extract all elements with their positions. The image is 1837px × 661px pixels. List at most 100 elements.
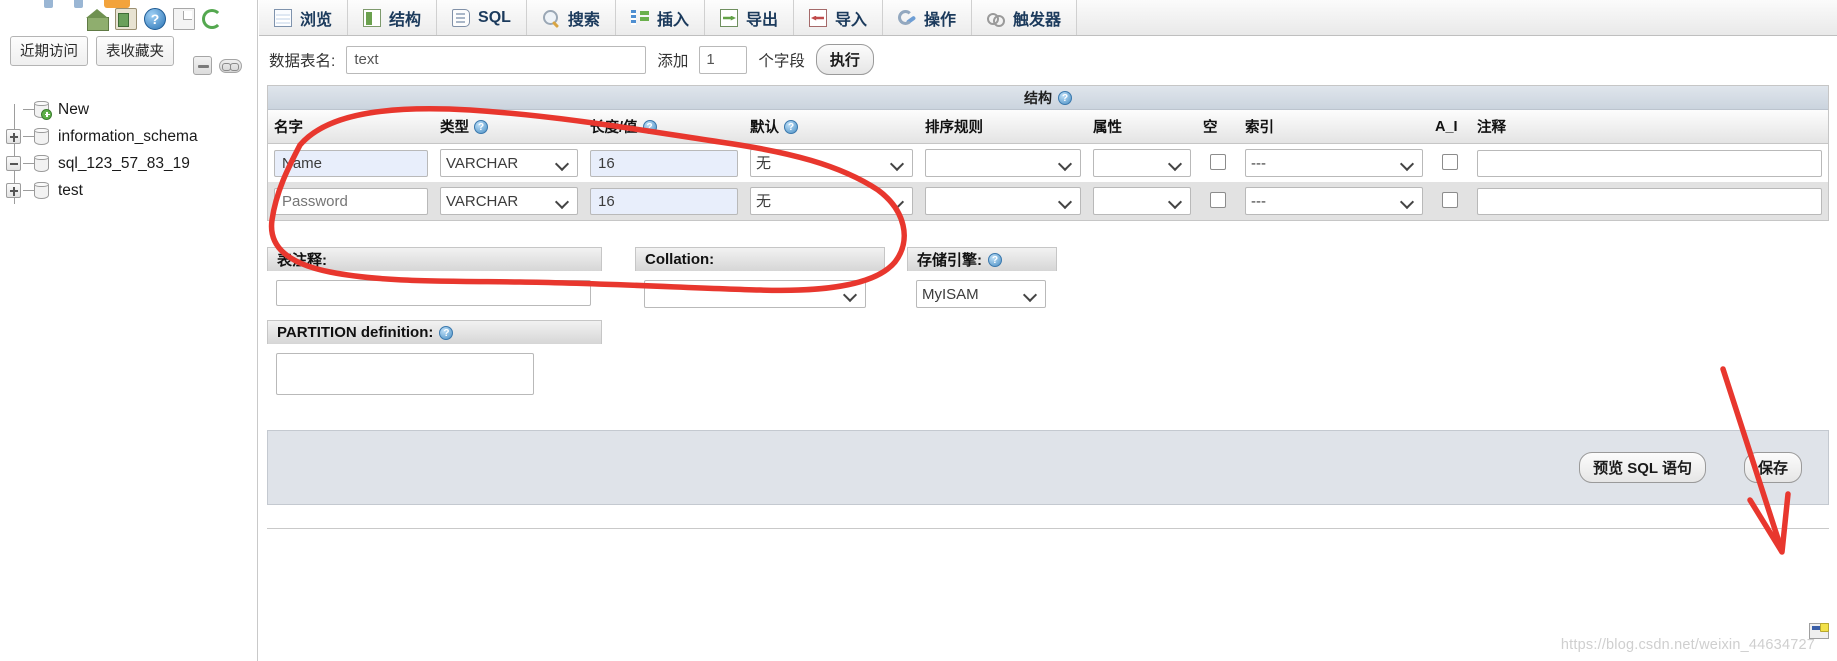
tree-item-new[interactable]: New [0, 96, 257, 123]
field-auto-increment-checkbox[interactable] [1442, 153, 1458, 170]
cell-attributes [1087, 143, 1197, 182]
field-index-select[interactable]: --- [1245, 149, 1423, 177]
operation-icon [897, 9, 916, 27]
tab-trigger[interactable]: 触发器 [972, 0, 1078, 35]
tree-item-label: test [58, 181, 83, 199]
tree-item-information-schema[interactable]: information_schema [0, 123, 257, 150]
tab-sql[interactable]: SQL [437, 0, 527, 35]
partition-definition-textarea[interactable] [276, 353, 534, 395]
cell-collation [919, 143, 1087, 182]
col-header-type: 类型 ? [434, 110, 584, 144]
field-collation-select[interactable] [925, 149, 1081, 177]
field-length-input[interactable] [590, 149, 738, 177]
help-icon[interactable]: ? [988, 252, 1002, 267]
help-icon[interactable]: ? [642, 119, 657, 134]
expand-toggle-icon[interactable] [6, 129, 21, 144]
table-comment-label: 表注释: [277, 252, 327, 269]
col-header-length: 长度/值 ? [584, 110, 744, 144]
watermark-text: https://blog.csdn.net/weixin_44634727 [1560, 637, 1815, 653]
favorite-tables-tab[interactable]: 表收藏夹 [96, 36, 174, 66]
table-comment-input[interactable] [276, 280, 591, 306]
home-icon[interactable] [86, 8, 109, 31]
field-type-select[interactable]: VARCHAR [440, 149, 578, 177]
new-database-icon [34, 101, 52, 120]
tab-label: 搜索 [567, 11, 600, 29]
recent-tables-tab[interactable]: 近期访问 [10, 36, 88, 66]
cell-comment [1471, 143, 1828, 182]
expand-toggle-icon[interactable] [6, 183, 21, 198]
field-auto-increment-checkbox[interactable] [1442, 191, 1458, 208]
table-tab-bar: 浏览 结构 SQL 搜索 插入 导出 导入 操作 触发器 [259, 0, 1837, 36]
field-index-select[interactable]: --- [1245, 187, 1423, 215]
field-type-select[interactable]: VARCHAR [440, 187, 578, 215]
tree-item-label: sql_123_57_83_19 [58, 154, 190, 172]
structure-panel: 结构 ? 名字 类型 ? 长度/值 ? 默认 ? 排序规则 属性 空 索引 A_… [267, 85, 1829, 221]
field-null-checkbox[interactable] [1210, 191, 1226, 208]
partition-label: PARTITION definition: [277, 324, 434, 341]
insert-icon [630, 9, 649, 27]
cell-name [268, 143, 434, 182]
preview-sql-button[interactable]: 预览 SQL 语句 [1579, 452, 1706, 483]
app-root: ? 近期访问 表收藏夹 New information_schema sql_1… [0, 0, 1837, 661]
refresh-icon[interactable] [202, 9, 222, 29]
col-header-auto-increment: A_I [1429, 110, 1471, 144]
col-header-default: 默认 ? [744, 110, 919, 144]
field-attributes-select[interactable] [1093, 187, 1191, 215]
storage-engine-label: 存储引擎: [917, 252, 982, 269]
structure-panel-title: 结构 ? [268, 86, 1828, 110]
col-header-collation: 排序规则 [919, 110, 1087, 144]
go-button[interactable]: 执行 [815, 44, 874, 75]
field-default-select[interactable]: 无 [750, 149, 913, 177]
tree-item-label: New [58, 100, 90, 118]
link-panel-button[interactable] [219, 58, 242, 73]
table-comment-body [267, 271, 602, 306]
field-name-input[interactable] [274, 149, 428, 177]
help-icon[interactable]: ? [144, 8, 166, 30]
add-label: 添加 [657, 52, 689, 70]
number-of-fields-input[interactable] [699, 45, 748, 74]
exit-icon[interactable] [115, 8, 137, 30]
doc-icon[interactable] [173, 8, 195, 30]
table-name-label: 数据表名: [269, 52, 336, 70]
field-name-input[interactable] [274, 187, 428, 215]
tree-item-test[interactable]: test [0, 177, 257, 204]
help-icon[interactable]: ? [1058, 90, 1072, 105]
storage-engine-select[interactable]: MyISAM [916, 280, 1046, 308]
sidebar-icon-bar: ? [86, 8, 222, 31]
help-icon[interactable]: ? [474, 119, 488, 134]
field-comment-input[interactable] [1477, 187, 1822, 215]
tree-item-sql-123-57-83-19[interactable]: sql_123_57_83_19 [0, 150, 257, 177]
field-attributes-select[interactable] [1093, 149, 1191, 177]
browse-icon [274, 8, 292, 27]
collation-select[interactable] [644, 280, 866, 308]
tab-search[interactable]: 搜索 [526, 0, 616, 35]
cell-index: --- [1239, 143, 1429, 182]
tree-connector [23, 136, 34, 137]
tab-export[interactable]: 导出 [704, 0, 794, 35]
collation-box: Collation: [635, 247, 885, 308]
help-icon[interactable]: ? [784, 119, 798, 134]
collapse-toggle-icon[interactable] [6, 156, 21, 171]
tab-browse[interactable]: 浏览 [259, 0, 349, 35]
col-header-index: 索引 [1239, 110, 1429, 144]
database-tree: New information_schema sql_123_57_83_19 … [0, 96, 257, 204]
collapse-panel-button[interactable] [193, 56, 212, 75]
storage-engine-body: MyISAM [907, 271, 1057, 308]
tab-operation[interactable]: 操作 [882, 0, 972, 35]
search-icon [542, 9, 560, 27]
tab-structure[interactable]: 结构 [348, 0, 438, 35]
tab-label: 操作 [923, 11, 956, 29]
save-button[interactable]: 保存 [1743, 452, 1802, 483]
field-comment-input[interactable] [1477, 149, 1822, 177]
field-length-input[interactable] [590, 187, 738, 215]
field-null-checkbox[interactable] [1210, 153, 1226, 170]
field-collation-select[interactable] [925, 187, 1081, 215]
partition-definition-box: PARTITION definition: ? [267, 320, 602, 398]
tab-insert[interactable]: 插入 [615, 0, 705, 35]
cell-auto-increment [1429, 143, 1471, 182]
help-icon[interactable]: ? [439, 325, 454, 340]
table-name-input[interactable] [346, 45, 647, 74]
tab-import[interactable]: 导入 [793, 0, 883, 35]
fields-table: 名字 类型 ? 长度/值 ? 默认 ? 排序规则 属性 空 索引 A_I 注释 … [268, 110, 1828, 220]
field-default-select[interactable]: 无 [750, 187, 913, 215]
